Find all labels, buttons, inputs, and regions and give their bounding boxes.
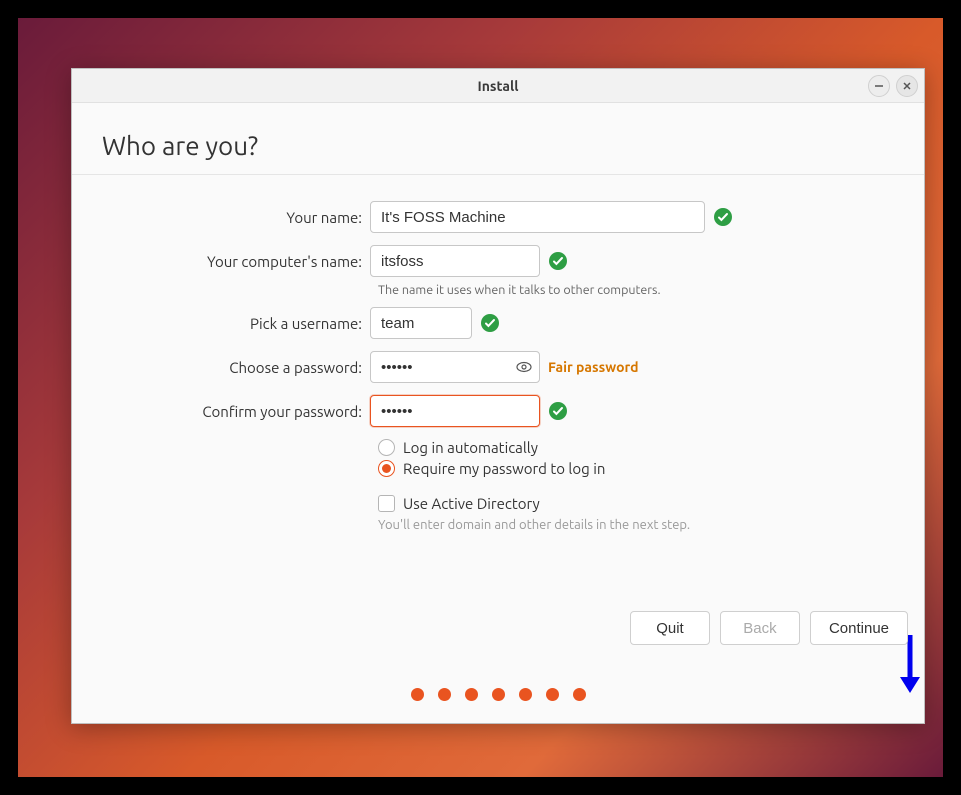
- dot-icon: [519, 688, 532, 701]
- ad-hint-text: You'll enter domain and other details in…: [378, 518, 924, 532]
- radio-icon[interactable]: [378, 460, 395, 477]
- option-label: Require my password to log in: [403, 460, 605, 477]
- input-password[interactable]: [370, 351, 540, 383]
- dot-icon: [465, 688, 478, 701]
- label-confirm: Confirm your password:: [72, 403, 370, 420]
- page-indicator: [72, 688, 924, 723]
- label-password: Choose a password:: [72, 359, 370, 376]
- back-button[interactable]: Back: [720, 611, 800, 645]
- window-controls: [868, 75, 918, 97]
- input-yourname[interactable]: [370, 201, 705, 233]
- option-active-directory[interactable]: Use Active Directory: [378, 495, 924, 512]
- option-label: Use Active Directory: [403, 495, 540, 512]
- option-login-auto[interactable]: Log in automatically: [378, 439, 924, 456]
- close-button[interactable]: [896, 75, 918, 97]
- label-yourname: Your name:: [72, 209, 370, 226]
- check-icon: [480, 313, 500, 333]
- row-username: Pick a username:: [72, 307, 924, 339]
- check-icon: [548, 401, 568, 421]
- quit-button[interactable]: Quit: [630, 611, 710, 645]
- footer-buttons: Quit Back Continue: [630, 611, 908, 645]
- row-password: Choose a password: Fair password: [72, 351, 924, 383]
- window-title: Install: [478, 78, 519, 94]
- continue-button[interactable]: Continue: [810, 611, 908, 645]
- option-require-password[interactable]: Require my password to log in: [378, 460, 924, 477]
- form: Your name: Your computer's name: The nam…: [72, 175, 924, 532]
- input-username[interactable]: [370, 307, 472, 339]
- minimize-button[interactable]: [868, 75, 890, 97]
- eye-icon[interactable]: [516, 359, 532, 375]
- dot-icon: [492, 688, 505, 701]
- option-label: Log in automatically: [403, 439, 538, 456]
- desktop-background: Install Who are you? Your name:: [18, 18, 943, 777]
- check-icon: [713, 207, 733, 227]
- installer-window: Install Who are you? Your name:: [71, 68, 925, 724]
- titlebar: Install: [72, 69, 924, 103]
- row-confirm: Confirm your password:: [72, 395, 924, 427]
- row-yourname: Your name:: [72, 201, 924, 233]
- row-computer: Your computer's name:: [72, 245, 924, 277]
- dot-icon: [411, 688, 424, 701]
- dot-icon: [438, 688, 451, 701]
- checkbox-icon[interactable]: [378, 495, 395, 512]
- label-username: Pick a username:: [72, 315, 370, 332]
- label-computer: Your computer's name:: [72, 253, 370, 270]
- content-area: Who are you? Your name: Your computer's …: [72, 103, 924, 723]
- computer-help-text: The name it uses when it talks to other …: [378, 283, 924, 297]
- check-icon: [548, 251, 568, 271]
- dot-icon: [546, 688, 559, 701]
- input-computer[interactable]: [370, 245, 540, 277]
- dot-icon: [573, 688, 586, 701]
- page-heading: Who are you?: [72, 103, 924, 174]
- password-strength: Fair password: [548, 359, 639, 375]
- input-confirm[interactable]: [370, 395, 540, 427]
- radio-icon[interactable]: [378, 439, 395, 456]
